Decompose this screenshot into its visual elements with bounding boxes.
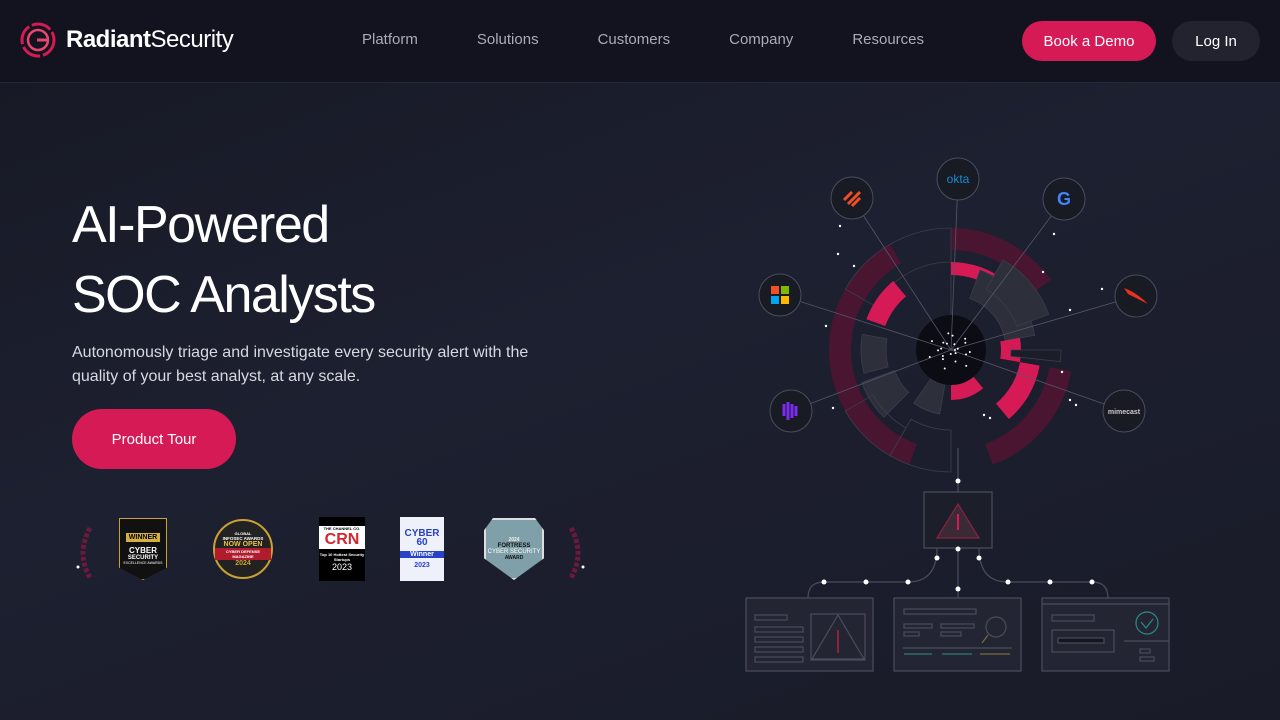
laurel-right-icon [568,526,585,580]
nav-platform[interactable]: Platform [362,31,418,48]
award-text: AWARD [504,555,524,561]
main-nav: Platform Solutions Customers Company Res… [362,31,924,48]
award-text: EXCELLENCE AWARDS [123,561,163,565]
logo-text: RadiantSecurity [66,26,234,53]
hero-title: AI-Powered SOC Analysts [72,196,376,324]
product-tour-button[interactable]: Product Tour [72,409,236,469]
hero-subtitle: Autonomously triage and investigate ever… [72,344,529,385]
award-crn: THE CHANNEL CO. CRN Top 10 Hottest Secur… [319,517,365,581]
award-infosec: GLOBAL INFOSEC AWARDS NOW OPEN CYBER DEF… [213,519,273,579]
award-text: CRN [319,531,365,549]
award-cyber60: CYBER 60 Winner 2023 [400,517,444,581]
nav-company[interactable]: Company [729,31,793,48]
radiant-logo-icon [20,22,56,58]
nav-customers[interactable]: Customers [598,31,671,48]
award-fortress: 2024 FORTRESS CYBER SECURITY AWARD [484,518,544,580]
award-text: 2024 [235,560,251,567]
login-button[interactable]: Log In [1172,21,1260,61]
award-text: 2023 [331,562,353,572]
award-text: Top 10 Hottest Security Startups [319,552,365,562]
award-text: WINNER [125,533,161,542]
award-text: CYBER DEFENSE MAGAZINE [215,548,271,560]
award-text: NOW OPEN [223,541,263,548]
award-text: Winner [400,551,444,558]
top-nav: RadiantSecurity Platform Solutions Custo… [0,0,1280,83]
award-text: CYBER [128,546,157,555]
book-demo-button[interactable]: Book a Demo [1022,21,1156,61]
nav-resources[interactable]: Resources [852,31,924,48]
award-text: 2023 [414,562,430,569]
nav-solutions[interactable]: Solutions [477,31,539,48]
award-cyber-excellence: WINNER CYBER SECURITY EXCELLENCE AWARDS [119,518,167,580]
awards-row: WINNER CYBER SECURITY EXCELLENCE AWARDS … [72,515,597,585]
award-text: 60 [416,537,428,548]
logo[interactable]: RadiantSecurity [20,22,234,58]
laurel-left-icon [76,526,93,580]
